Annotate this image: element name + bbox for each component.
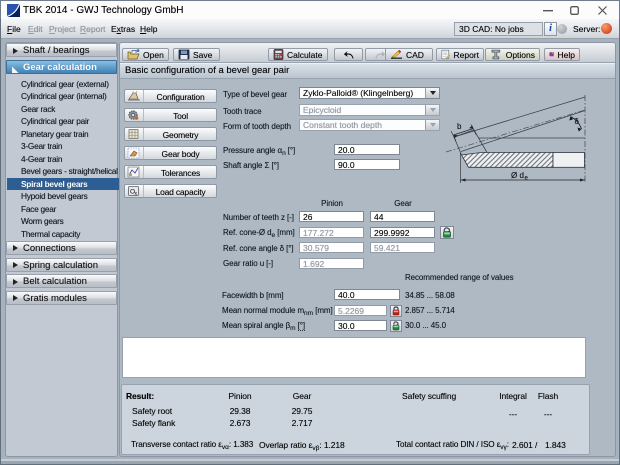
svg-text:b: b [457,122,462,131]
svg-text:δ: δ [575,117,580,126]
svg-text:Ø d: Ø d [511,171,524,180]
svg-text:e: e [525,176,529,182]
